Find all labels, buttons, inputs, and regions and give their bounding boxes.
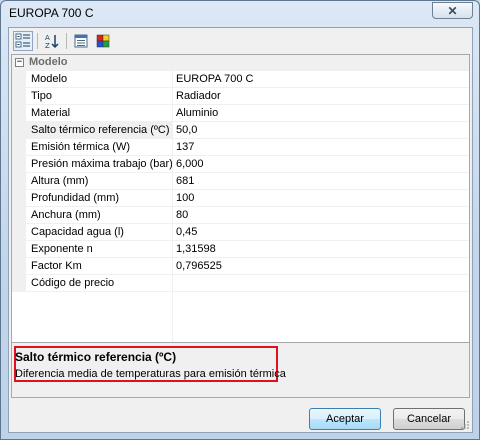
resize-grip-icon[interactable] [460, 420, 470, 430]
property-row[interactable]: Profundidad (mm) 100 [12, 190, 469, 207]
dialog-window: EUROPA 700 C ✕ A Z − Modelo Modelo EUROP… [0, 0, 480, 440]
svg-text:Z: Z [45, 42, 50, 49]
property-name[interactable]: Altura (mm) [26, 173, 172, 190]
property-name[interactable]: Modelo [26, 71, 172, 88]
property-row[interactable]: Altura (mm) 681 [12, 173, 469, 190]
property-value[interactable]: Radiador [173, 88, 469, 105]
categorized-icon [15, 33, 30, 48]
property-row[interactable]: Modelo EUROPA 700 C [12, 71, 469, 88]
property-pages-button[interactable] [71, 31, 91, 51]
color-palette-icon [96, 34, 110, 48]
property-grid: − Modelo Modelo EUROPA 700 C Tipo Radiador M… [11, 54, 470, 369]
property-row[interactable]: Presión máxima trabajo (bar) 6,000 [12, 156, 469, 173]
collapse-icon[interactable]: − [15, 58, 24, 67]
property-name[interactable]: Código de precio [26, 275, 172, 292]
property-value[interactable]: 681 [173, 173, 469, 190]
property-grid-toolbar: A Z [11, 30, 470, 52]
help-description: Diferencia media de temperaturas para em… [15, 368, 286, 380]
property-name[interactable]: Tipo [26, 88, 172, 105]
property-value[interactable]: Aluminio [173, 105, 469, 122]
row-gutter [12, 139, 26, 156]
title-bar[interactable]: EUROPA 700 C ✕ [1, 1, 479, 27]
property-name[interactable]: Factor Km [26, 258, 172, 275]
property-pages-icon [74, 34, 88, 48]
category-row-modelo[interactable]: − Modelo [12, 55, 469, 71]
property-name[interactable]: Salto térmico referencia (ºC) [26, 122, 172, 139]
row-gutter [12, 105, 26, 122]
row-gutter [12, 190, 26, 207]
categorized-button[interactable] [13, 31, 33, 51]
property-value[interactable]: 80 [173, 207, 469, 224]
property-row[interactable]: Salto térmico referencia (ºC) 50,0 [12, 122, 469, 139]
color-palette-button[interactable] [93, 31, 113, 51]
property-row[interactable]: Código de precio [12, 275, 469, 292]
row-gutter [12, 71, 26, 88]
property-value[interactable] [173, 275, 469, 292]
property-value[interactable]: 6,000 [173, 156, 469, 173]
property-value[interactable]: 0,45 [173, 224, 469, 241]
property-row[interactable]: Material Aluminio [12, 105, 469, 122]
accept-button[interactable]: Aceptar [309, 408, 381, 430]
close-button[interactable]: ✕ [432, 2, 473, 19]
property-value[interactable]: 137 [173, 139, 469, 156]
help-title: Salto térmico referencia (ºC) [15, 350, 177, 364]
row-gutter [12, 241, 26, 258]
property-value[interactable]: 1,31598 [173, 241, 469, 258]
row-gutter [12, 156, 26, 173]
property-name[interactable]: Emisión térmica (W) [26, 139, 172, 156]
property-rows: Modelo EUROPA 700 C Tipo Radiador Material Al… [12, 71, 469, 292]
close-icon: ✕ [447, 3, 458, 18]
property-value[interactable]: 100 [173, 190, 469, 207]
row-gutter [12, 173, 26, 190]
row-gutter [12, 275, 26, 292]
property-name[interactable]: Anchura (mm) [26, 207, 172, 224]
property-value[interactable]: EUROPA 700 C [173, 71, 469, 88]
property-row[interactable]: Tipo Radiador [12, 88, 469, 105]
svg-text:A: A [45, 34, 50, 42]
property-row[interactable]: Emisión térmica (W) 137 [12, 139, 469, 156]
alphabetical-icon: A Z [45, 34, 59, 49]
property-name[interactable]: Capacidad agua (l) [26, 224, 172, 241]
dialog-client-area: A Z − Modelo Modelo EUROPA 700 C Tipo Ra… [8, 27, 473, 433]
row-gutter [12, 207, 26, 224]
row-gutter [12, 224, 26, 241]
property-row[interactable]: Factor Km 0,796525 [12, 258, 469, 275]
toolbar-separator [37, 33, 38, 49]
row-gutter [12, 88, 26, 105]
window-title: EUROPA 700 C [9, 6, 94, 20]
column-divider[interactable] [172, 71, 173, 368]
toolbar-separator [66, 33, 67, 49]
property-name[interactable]: Presión máxima trabajo (bar) [26, 156, 172, 173]
property-row[interactable]: Anchura (mm) 80 [12, 207, 469, 224]
property-value[interactable]: 50,0 [173, 122, 469, 139]
cancel-button[interactable]: Cancelar [393, 408, 465, 430]
help-panel: Salto térmico referencia (ºC) Diferencia… [11, 342, 470, 398]
property-value[interactable]: 0,796525 [173, 258, 469, 275]
property-name[interactable]: Exponente n [26, 241, 172, 258]
property-row[interactable]: Exponente n 1,31598 [12, 241, 469, 258]
property-row[interactable]: Capacidad agua (l) 0,45 [12, 224, 469, 241]
row-gutter [12, 258, 26, 275]
alphabetical-button[interactable]: A Z [42, 31, 62, 51]
property-name[interactable]: Profundidad (mm) [26, 190, 172, 207]
category-label: Modelo [29, 56, 68, 68]
property-name[interactable]: Material [26, 105, 172, 122]
row-gutter [12, 122, 26, 139]
